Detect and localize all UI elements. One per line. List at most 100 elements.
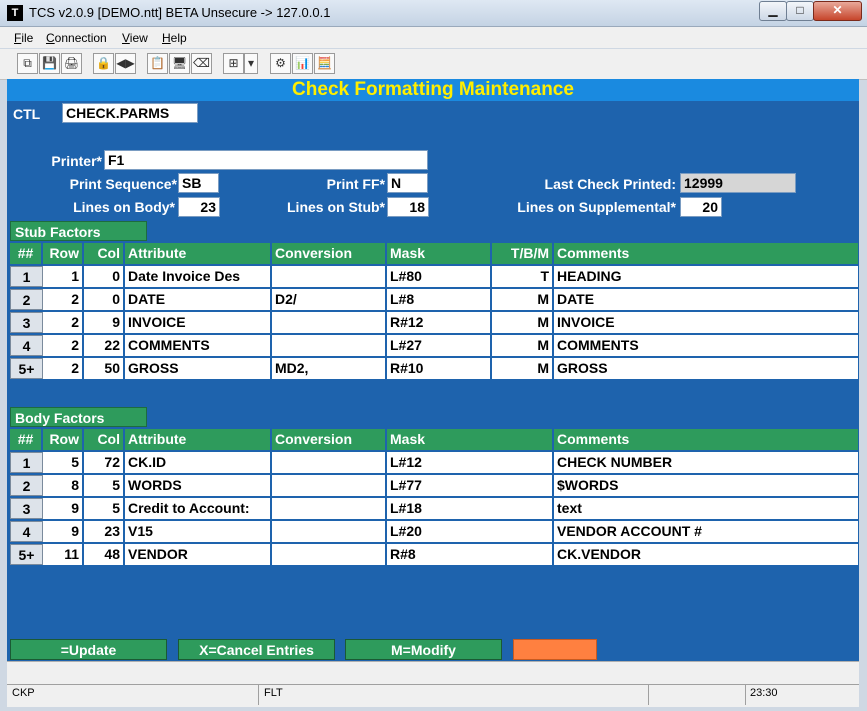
row-number-button[interactable]: 2 [10,289,43,310]
cell-attribute[interactable]: VENDOR [125,544,272,565]
cell-mask[interactable]: L#27 [387,335,492,356]
close-button[interactable]: ✕ [813,1,862,21]
cell-mask[interactable]: L#77 [387,475,554,496]
cell-mask[interactable]: R#12 [387,312,492,333]
cell-attribute[interactable]: DATE [125,289,272,310]
lines-stub-field[interactable]: 18 [387,197,429,217]
cell-mask[interactable]: L#12 [387,452,554,473]
command-line[interactable] [7,661,859,684]
print-icon[interactable]: 🖨 [61,53,82,74]
cell-col[interactable]: 72 [84,452,125,473]
cell-row[interactable]: 1 [43,266,84,287]
eraser-icon[interactable]: ⌫ [191,53,212,74]
cell-tbm[interactable]: M [492,289,554,310]
print-ff-field[interactable]: N [387,173,428,193]
cell-conversion[interactable] [272,312,387,333]
cell-col[interactable]: 0 [84,289,125,310]
cell-mask[interactable]: L#20 [387,521,554,542]
calculator-icon[interactable]: 🧮 [314,53,335,74]
screen-icon[interactable]: ⊞ [223,53,244,74]
cell-col[interactable]: 5 [84,498,125,519]
cell-row[interactable]: 5 [43,452,84,473]
cell-attribute[interactable]: V15 [125,521,272,542]
row-number-button[interactable]: 1 [10,452,43,473]
row-number-button[interactable]: 4 [10,521,43,542]
row-number-button[interactable]: 3 [10,312,43,333]
cell-col[interactable]: 50 [84,358,125,379]
monitor-icon[interactable]: 🖥 [169,53,190,74]
modify-button[interactable]: M=Modify [345,639,502,660]
printer-field[interactable]: F1 [104,150,428,170]
cell-attribute[interactable]: Date Invoice Des [125,266,272,287]
save-icon[interactable]: 💾 [39,53,60,74]
network-icon[interactable]: ⚙ [270,53,291,74]
print-sequence-field[interactable]: SB [178,173,219,193]
cell-conversion[interactable]: MD2, [272,358,387,379]
menu-file[interactable]: File [14,31,33,45]
cell-tbm[interactable]: M [492,312,554,333]
cell-comments[interactable]: COMMENTS [554,335,858,356]
ctl-field[interactable]: CHECK.PARMS [62,103,198,123]
cell-conversion[interactable] [272,452,387,473]
cell-conversion[interactable] [272,521,387,542]
cell-attribute[interactable]: CK.ID [125,452,272,473]
cell-row[interactable]: 2 [43,358,84,379]
cell-conversion[interactable] [272,475,387,496]
cell-col[interactable]: 22 [84,335,125,356]
properties-icon[interactable]: 📋 [147,53,168,74]
cell-comments[interactable]: HEADING [554,266,858,287]
orange-button[interactable] [513,639,597,660]
cell-attribute[interactable]: Credit to Account: [125,498,272,519]
row-number-button[interactable]: 2 [10,475,43,496]
row-number-button[interactable]: 5+ [10,544,43,565]
cell-conversion[interactable] [272,335,387,356]
cell-conversion[interactable] [272,498,387,519]
cell-row[interactable]: 2 [43,335,84,356]
cell-comments[interactable]: DATE [554,289,858,310]
cancel-entries-button[interactable]: X=Cancel Entries [178,639,335,660]
cell-mask[interactable]: L#18 [387,498,554,519]
cell-conversion[interactable]: D2/ [272,289,387,310]
cell-comments[interactable]: $WORDS [554,475,858,496]
cell-comments[interactable]: GROSS [554,358,858,379]
minimize-button[interactable]: ▁ [759,1,787,21]
dropdown-arrow-icon[interactable]: ▾ [244,53,258,74]
row-number-button[interactable]: 1 [10,266,43,287]
cell-row[interactable]: 9 [43,498,84,519]
menu-help[interactable]: Help [162,31,187,45]
cell-row[interactable]: 2 [43,289,84,310]
lines-body-field[interactable]: 23 [178,197,220,217]
cell-row[interactable]: 2 [43,312,84,333]
cell-row[interactable]: 11 [43,544,84,565]
cell-comments[interactable]: INVOICE [554,312,858,333]
cell-row[interactable]: 9 [43,521,84,542]
cell-comments[interactable]: text [554,498,858,519]
row-number-button[interactable]: 5+ [10,358,43,379]
cell-comments[interactable]: VENDOR ACCOUNT # [554,521,858,542]
cell-attribute[interactable]: COMMENTS [125,335,272,356]
cell-mask[interactable]: L#8 [387,289,492,310]
update-button[interactable]: =Update [10,639,167,660]
lock-icon[interactable]: 🔒 [93,53,114,74]
cell-tbm[interactable]: M [492,358,554,379]
cell-attribute[interactable]: GROSS [125,358,272,379]
cell-col[interactable]: 9 [84,312,125,333]
cell-tbm[interactable]: T [492,266,554,287]
menu-connection[interactable]: Connection [46,31,107,45]
cell-mask[interactable]: L#80 [387,266,492,287]
cell-attribute[interactable]: WORDS [125,475,272,496]
cell-col[interactable]: 0 [84,266,125,287]
cell-tbm[interactable]: M [492,335,554,356]
record-icon[interactable]: ◀▶ [115,53,136,74]
menu-view[interactable]: View [122,31,148,45]
maximize-button[interactable]: □ [786,1,814,21]
cell-comments[interactable]: CHECK NUMBER [554,452,858,473]
copy-icon[interactable]: ⧉ [17,53,38,74]
lines-supplemental-field[interactable]: 20 [680,197,722,217]
chart-icon[interactable]: 📊 [292,53,313,74]
cell-mask[interactable]: R#8 [387,544,554,565]
cell-mask[interactable]: R#10 [387,358,492,379]
cell-col[interactable]: 48 [84,544,125,565]
cell-attribute[interactable]: INVOICE [125,312,272,333]
cell-col[interactable]: 5 [84,475,125,496]
